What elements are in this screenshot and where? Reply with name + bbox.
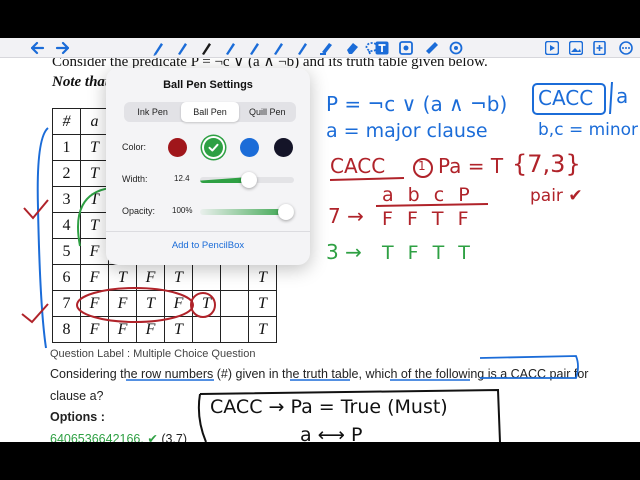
color-swatch-green[interactable] [204,138,223,157]
popover-divider [106,231,310,232]
pen-icon[interactable] [174,38,190,58]
ink-row7-values: F F T F [382,208,473,230]
ink-pa-equals-true: Pa = T [438,154,504,178]
ink-p-definition: P = ¬c ∨ (a ∧ ¬b) [326,92,508,116]
shape-icon[interactable] [398,38,414,58]
pencil-icon[interactable] [150,38,166,58]
play-icon[interactable] [544,38,560,58]
checkmark-icon [208,143,219,152]
pen-3-icon[interactable] [270,38,286,58]
ink-cacc-title: CACC [330,154,386,178]
ink-a-box-line [609,81,613,115]
ruler-icon[interactable] [424,38,440,58]
color-swatch-black[interactable] [274,138,293,157]
ball-pen-icon[interactable] [198,38,214,58]
opacity-label: Opacity: [122,206,156,216]
screen: Consider the predicate P = ¬c ∨ (a ∧ ¬b)… [0,0,640,480]
note-canvas[interactable]: Consider the predicate P = ¬c ∨ (a ∧ ¬b)… [0,58,640,442]
ink-question-box [479,355,579,379]
more-icon[interactable] [618,38,634,58]
ink-row3-label: 3 → [326,240,362,264]
popover-title: Ball Pen Settings [163,79,253,91]
add-to-pencilbox-link[interactable]: Add to PencilBox [106,240,310,251]
width-label: Width: [122,174,148,184]
highlighter-icon[interactable] [318,38,334,58]
ink-bottom-box-text: CACC → Pa = True (Must) [210,396,448,418]
width-slider-handle[interactable] [240,172,257,188]
ink-strokes [21,81,613,442]
ink-red-oval [76,287,194,323]
ink-row3-values: T F T T [382,242,474,264]
ink-a-major: a = major clause [326,120,488,142]
image-icon[interactable] [568,38,584,58]
tab-ball-pen[interactable]: Ball Pen [181,102,239,122]
forward-icon[interactable] [52,38,72,58]
eraser-icon[interactable] [344,38,360,58]
color-swatch-blue[interactable] [240,138,259,157]
color-swatch-dark-red[interactable] [168,138,187,157]
ball-pen-settings-popover: Ball Pen Settings Ink Pen Ball Pen Quill… [106,68,310,265]
tab-ink-pen[interactable]: Ink Pen [124,102,181,122]
opacity-value: 100% [172,206,193,215]
color-picker-icon[interactable] [448,38,464,58]
bottom-letterbox [0,442,640,480]
opacity-slider-handle[interactable] [278,204,294,220]
width-value: 12.4 [174,174,190,183]
add-page-icon[interactable] [592,38,608,58]
text-icon[interactable] [374,38,390,58]
toolbar [0,38,640,58]
ink-circle-1-number: 1 [418,159,426,173]
ink-bc-minor: b,c = minor [538,120,639,140]
ink-cacc-boxed: CACC [538,86,594,110]
ink-red-circle [190,292,216,318]
ink-bottom-arrow: a ⟷ P [300,424,363,442]
ink-columns-header: a b c P [382,184,474,206]
ink-red-check-1 [23,199,49,220]
ink-a-boxed: a [616,84,629,108]
pen-4-icon[interactable] [294,38,310,58]
fountain-pen-icon[interactable] [222,38,238,58]
ink-red-check-2 [21,303,49,324]
ink-cacc-underline [329,177,405,181]
tab-quill-pen[interactable]: Quill Pen [239,102,296,122]
ink-row7-label: 7 → [328,204,364,228]
color-label: Color: [122,142,147,152]
pen-type-segmented-control: Ink Pen Ball Pen Quill Pen [124,102,296,122]
pen-2-icon[interactable] [246,38,262,58]
ink-pair-label: pair ✔ [530,186,583,206]
back-icon[interactable] [28,38,48,58]
ink-pair-set: {7,3} [512,150,581,178]
